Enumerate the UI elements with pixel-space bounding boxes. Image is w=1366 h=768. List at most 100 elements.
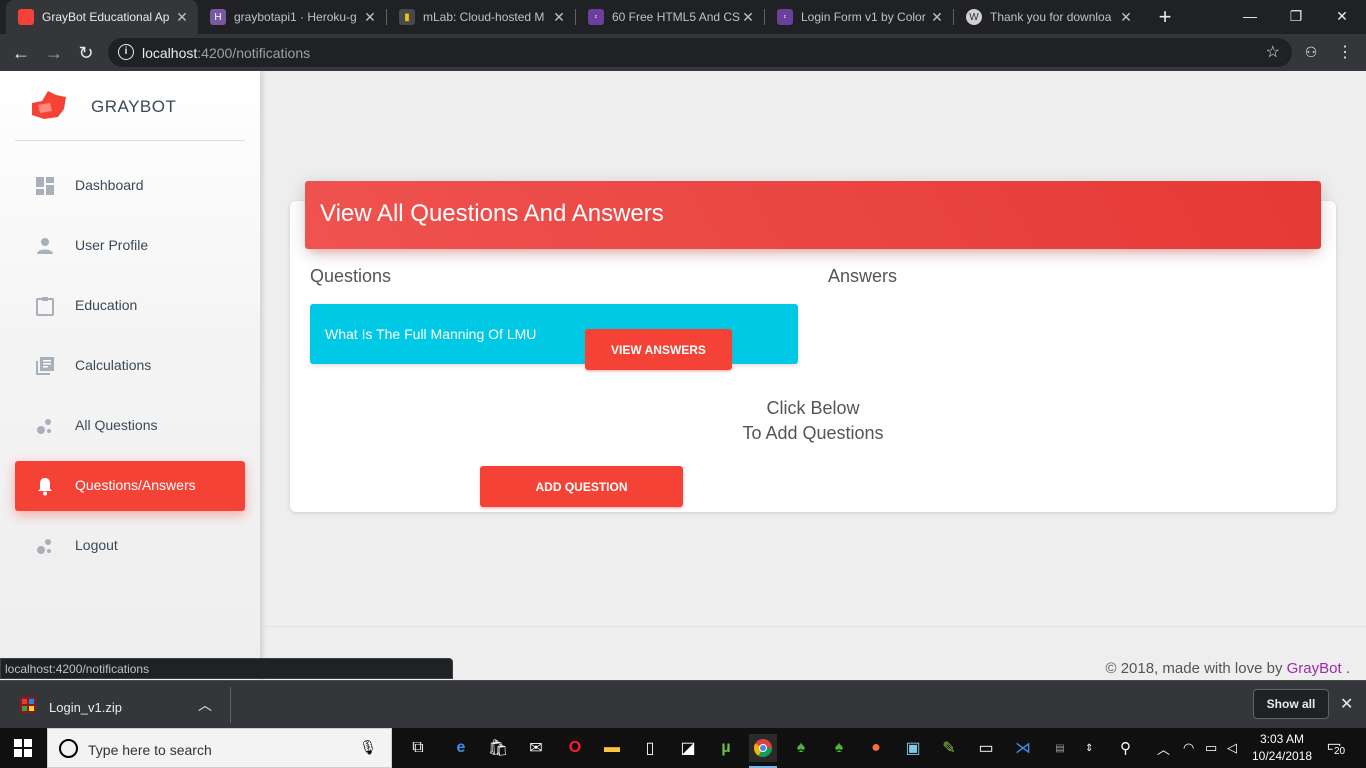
answers-header: Answers (828, 266, 898, 286)
battery-icon[interactable]: ▭ (1205, 728, 1217, 768)
windows-start-icon[interactable] (14, 739, 32, 757)
sticky-notes-icon[interactable]: ◪ (674, 734, 702, 762)
wordpress-favicon-icon: W (966, 9, 982, 25)
search-placeholder: Type here to search (88, 742, 212, 758)
download-file-name[interactable]: Login_v1.zip (49, 700, 122, 715)
mongodb-icon[interactable]: ♠ (787, 734, 815, 762)
mongodb-compass-icon[interactable]: ♠ (825, 734, 853, 762)
brand-divider (15, 140, 245, 141)
view-answers-button[interactable]: VIEW ANSWERS (585, 329, 732, 370)
task-view-icon[interactable]: ⧉ (404, 734, 432, 762)
tab-thank-you[interactable]: W Thank you for downloa ✕ (954, 0, 1142, 34)
close-icon[interactable]: ✕ (362, 9, 378, 26)
sidebar-item-label: Dashboard (75, 177, 144, 193)
edge-icon[interactable]: e (447, 734, 475, 762)
reload-icon[interactable]: ↻ (73, 40, 99, 66)
chevron-up-icon[interactable]: ︿ (198, 695, 212, 715)
sidebar-item-dashboard[interactable]: Dashboard (15, 161, 245, 211)
add-question-button[interactable]: ADD QUESTION (480, 466, 683, 507)
close-icon[interactable]: ✕ (1340, 694, 1353, 714)
footer-link[interactable]: GrayBot (1287, 660, 1342, 677)
volume-muted-icon[interactable]: ◁ (1227, 728, 1237, 768)
store-icon[interactable]: 🛍 (484, 734, 512, 762)
tab-mlab[interactable]: ▮ mLab: Cloud-hosted M ✕ (387, 0, 575, 34)
opera-icon[interactable]: O (561, 734, 589, 762)
tray-scroll-icon[interactable]: ⇕ (1085, 728, 1093, 768)
sidebar-item-label: Questions/Answers (75, 477, 196, 493)
microphone-icon[interactable]: 🎙 (359, 739, 377, 756)
new-tab-icon[interactable]: + (1154, 4, 1176, 30)
tab-title: mLab: Cloud-hosted M (423, 10, 545, 24)
address-bar[interactable]: i localhost:4200/notifications ☆ (108, 38, 1292, 67)
clock-time: 3:03 AM (1259, 732, 1305, 746)
tab-login-form[interactable]: c Login Form v1 by Color ✕ (765, 0, 953, 34)
chrome-logo-icon (754, 739, 772, 758)
action-center-icon[interactable]: ▭ 20 (1322, 736, 1348, 760)
url-path: :4200/notifications (197, 45, 311, 61)
postman-icon[interactable]: ● (862, 734, 890, 762)
notepad-icon[interactable]: ▯ (636, 734, 664, 762)
sidebar-item-questions-answers[interactable]: Questions/Answers (15, 461, 245, 511)
vscode-icon[interactable]: ⋊ (1009, 734, 1037, 762)
library-books-icon (36, 357, 54, 375)
tab-title: Login Form v1 by Color (801, 10, 926, 24)
chrome-icon[interactable] (749, 734, 777, 768)
mail-icon[interactable]: ✉ (522, 734, 550, 762)
footer-divider (260, 626, 1366, 627)
more-menu-icon[interactable]: ⋮ (1336, 42, 1354, 62)
taskbar-search-input[interactable]: Type here to search 🎙 (47, 728, 392, 768)
brand[interactable]: GRAYBOT (0, 71, 260, 141)
questions-header: Questions (310, 266, 392, 286)
close-icon[interactable]: ✕ (740, 9, 756, 26)
tab-graybot[interactable]: GrayBot Educational Ap ✕ (6, 0, 198, 34)
close-icon[interactable]: ✕ (551, 9, 567, 26)
tab-title: graybotapi1 · Heroku-g (234, 10, 357, 24)
control-panel-icon[interactable]: ▣ (899, 734, 927, 762)
file-explorer-icon[interactable]: ▬ (598, 734, 626, 762)
zip-file-icon (20, 697, 36, 713)
utorrent-icon[interactable]: µ (712, 734, 740, 762)
footer-prefix: © 2018, made with love by (1105, 660, 1287, 677)
sidebar-item-education[interactable]: Education (15, 281, 245, 331)
back-icon[interactable]: ← (8, 40, 34, 66)
restore-icon[interactable]: ❐ (1286, 6, 1306, 26)
sidebar: GRAYBOT Dashboard User Profile Education (0, 71, 260, 680)
clock-date: 10/24/2018 (1251, 749, 1313, 763)
people-icon[interactable]: ⚲ (1120, 728, 1131, 768)
page-viewport: GRAYBOT Dashboard User Profile Education (0, 71, 1366, 680)
footer-suffix: . (1341, 660, 1350, 677)
hint-line-1: Click Below (766, 398, 860, 418)
card-header: View All Questions And Answers (305, 181, 1321, 249)
taskbar-clock[interactable]: 3:03 AM 10/24/2018 (1248, 731, 1316, 765)
footer: © 2018, made with love by GrayBot . (1105, 660, 1350, 677)
close-icon[interactable]: ✕ (1118, 9, 1134, 26)
sidebar-item-label: Education (75, 297, 138, 313)
close-icon[interactable]: ✕ (174, 9, 190, 26)
windows-taskbar: Type here to search 🎙 ⧉ e 🛍 ✉ O ▬ ▯ ◪ µ … (0, 728, 1366, 768)
incognito-extension-icon[interactable]: ⚇ (1302, 44, 1320, 62)
colorlib-favicon-icon: c (777, 9, 793, 25)
show-hidden-icons-icon[interactable]: ︿ (1157, 728, 1170, 768)
fun-app-icon[interactable]: ▤ (1046, 734, 1074, 762)
sidebar-item-logout[interactable]: Logout (15, 521, 245, 571)
sidebar-item-calculations[interactable]: Calculations (15, 341, 245, 391)
info-icon[interactable]: i (118, 44, 134, 60)
sidebar-item-user-profile[interactable]: User Profile (15, 221, 245, 271)
wifi-icon[interactable]: ◠ (1183, 728, 1194, 768)
window-close-icon[interactable]: ✕ (1332, 6, 1352, 26)
show-all-button[interactable]: Show all (1253, 689, 1329, 719)
brand-name: GRAYBOT (91, 97, 177, 116)
notepad-plus-plus-icon[interactable]: ✎ (935, 734, 963, 762)
forward-icon[interactable]: → (41, 40, 67, 66)
close-icon[interactable]: ✕ (929, 9, 945, 26)
sidebar-item-label: User Profile (75, 237, 149, 253)
minimize-icon[interactable]: — (1240, 6, 1260, 26)
tab-heroku[interactable]: H graybotapi1 · Heroku-g ✕ (198, 0, 386, 34)
bookmark-star-icon[interactable]: ☆ (1266, 42, 1280, 62)
dashboard-icon (36, 177, 54, 195)
tab-html5[interactable]: c 60 Free HTML5 And CS ✕ (576, 0, 764, 34)
terminal-icon[interactable]: ▭ (972, 734, 1000, 762)
sidebar-item-all-questions[interactable]: All Questions (15, 401, 245, 451)
search-icon (59, 739, 78, 758)
hint-line-2: To Add Questions (742, 423, 884, 443)
